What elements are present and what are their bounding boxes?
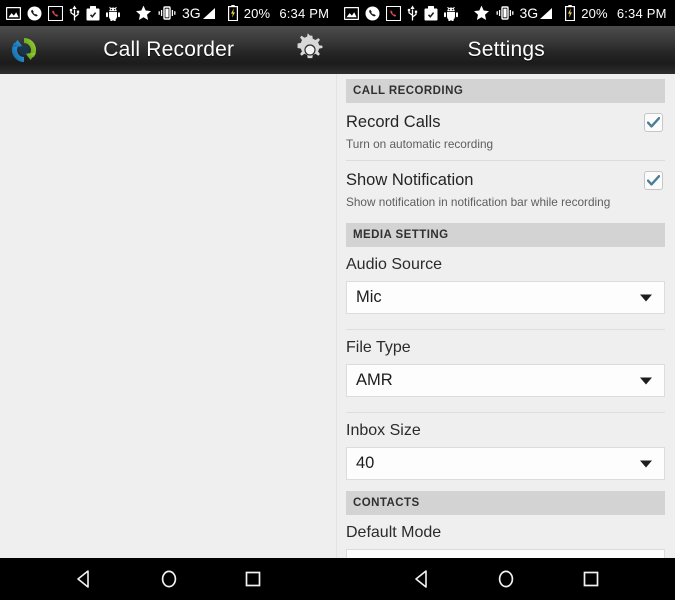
battery-icon: [227, 5, 238, 21]
clock-label: 6:34 PM: [616, 5, 667, 21]
recents-icon[interactable]: [571, 559, 611, 599]
preference-summary: Turn on automatic recording: [346, 137, 494, 151]
status-bar-left-half: 3G 20% 6:34 PM: [0, 0, 338, 26]
app-header: Call Recorder Settings: [0, 26, 675, 74]
call-active-icon: [365, 6, 380, 21]
system-navigation-bar: [0, 558, 675, 600]
usb-icon: [69, 5, 80, 21]
status-bar: 3G 20% 6:34 PM 3G 20% 6:34 PM: [0, 0, 675, 26]
usb-icon: [407, 5, 418, 21]
nav-bar-left-half: [0, 558, 338, 600]
audio-source-spinner[interactable]: Mic: [346, 281, 665, 314]
inbox-size-spinner[interactable]: 40: [346, 447, 665, 480]
preference-title: Show Notification: [346, 171, 474, 189]
spinner-selected-value: 40: [356, 454, 375, 472]
network-type-label: 3G: [182, 5, 201, 21]
spinner-selected-value: Mic: [356, 288, 382, 306]
picture-icon: [343, 6, 359, 20]
call-recorder-logo-icon: [8, 34, 40, 66]
section-header-call-recording: CALL RECORDING: [346, 79, 665, 103]
page-title: Call Recorder: [103, 38, 235, 61]
spinner-selected-value: AMR: [356, 371, 393, 389]
status-bar-right-half: 3G 20% 6:34 PM: [338, 0, 675, 26]
preference-title: File Type: [346, 339, 411, 356]
home-icon[interactable]: [486, 559, 526, 599]
android-debug-icon: [106, 6, 120, 21]
chevron-down-icon: [640, 460, 652, 467]
battery-percent-label: 20%: [581, 5, 608, 21]
preference-title: Inbox Size: [346, 422, 421, 439]
preference-summary: Show notification in notification bar wh…: [346, 195, 611, 209]
gear-icon[interactable]: [293, 33, 327, 67]
picture-icon: [6, 6, 21, 20]
show-notification-checkbox[interactable]: [644, 171, 663, 190]
left-empty-pane: [0, 74, 337, 558]
record-calls-checkbox[interactable]: [644, 113, 663, 132]
battery-icon: [565, 5, 576, 21]
star-icon: [473, 5, 490, 21]
preference-file-type[interactable]: File Type AMR: [337, 330, 675, 403]
preference-default-mode[interactable]: Default Mode Record All: [337, 515, 675, 558]
section-header-contacts: CONTACTS: [346, 491, 665, 515]
preference-show-notification[interactable]: Show Notification Show notification in n…: [337, 161, 675, 218]
app-header-right: Settings: [337, 26, 675, 74]
missed-call-icon: [48, 5, 63, 21]
file-type-spinner[interactable]: AMR: [346, 364, 665, 397]
recents-icon[interactable]: [233, 559, 273, 599]
back-icon[interactable]: [402, 559, 442, 599]
chevron-down-icon: [640, 377, 652, 384]
vibrate-icon: [496, 6, 514, 20]
star-icon: [135, 5, 152, 21]
signal-strength-icon: [202, 7, 216, 20]
app-header-left: Call Recorder: [0, 26, 338, 74]
default-mode-spinner[interactable]: Record All: [346, 549, 665, 558]
section-header-media-setting: MEDIA SETTING: [346, 223, 665, 247]
call-active-icon: [27, 6, 42, 21]
network-type-label: 3G: [519, 5, 539, 21]
screenshot-icon: [424, 5, 438, 21]
preference-title: Record Calls: [346, 113, 441, 131]
settings-list-pane[interactable]: CALL RECORDING Record Calls Turn on auto…: [337, 74, 675, 558]
settings-page-title: Settings: [467, 38, 545, 61]
home-icon[interactable]: [149, 559, 189, 599]
vibrate-icon: [158, 6, 176, 20]
android-debug-icon: [443, 6, 458, 21]
preference-audio-source[interactable]: Audio Source Mic: [337, 247, 675, 320]
missed-call-icon: [385, 5, 401, 21]
content-area: CALL RECORDING Record Calls Turn on auto…: [0, 74, 675, 558]
chevron-down-icon: [640, 294, 652, 301]
preference-title: Default Mode: [346, 524, 442, 541]
signal-strength-icon: [539, 7, 553, 20]
preference-record-calls[interactable]: Record Calls Turn on automatic recording: [337, 103, 675, 160]
preference-title: Audio Source: [346, 256, 443, 273]
screenshot-icon: [86, 5, 100, 21]
clock-label: 6:34 PM: [279, 5, 330, 21]
nav-bar-right-half: [338, 558, 675, 600]
preference-inbox-size[interactable]: Inbox Size 40: [337, 413, 675, 486]
device-screen: 3G 20% 6:34 PM 3G 20% 6:34 PM Call Recor…: [0, 0, 675, 600]
back-icon[interactable]: [64, 559, 104, 599]
battery-percent-label: 20%: [243, 5, 271, 21]
